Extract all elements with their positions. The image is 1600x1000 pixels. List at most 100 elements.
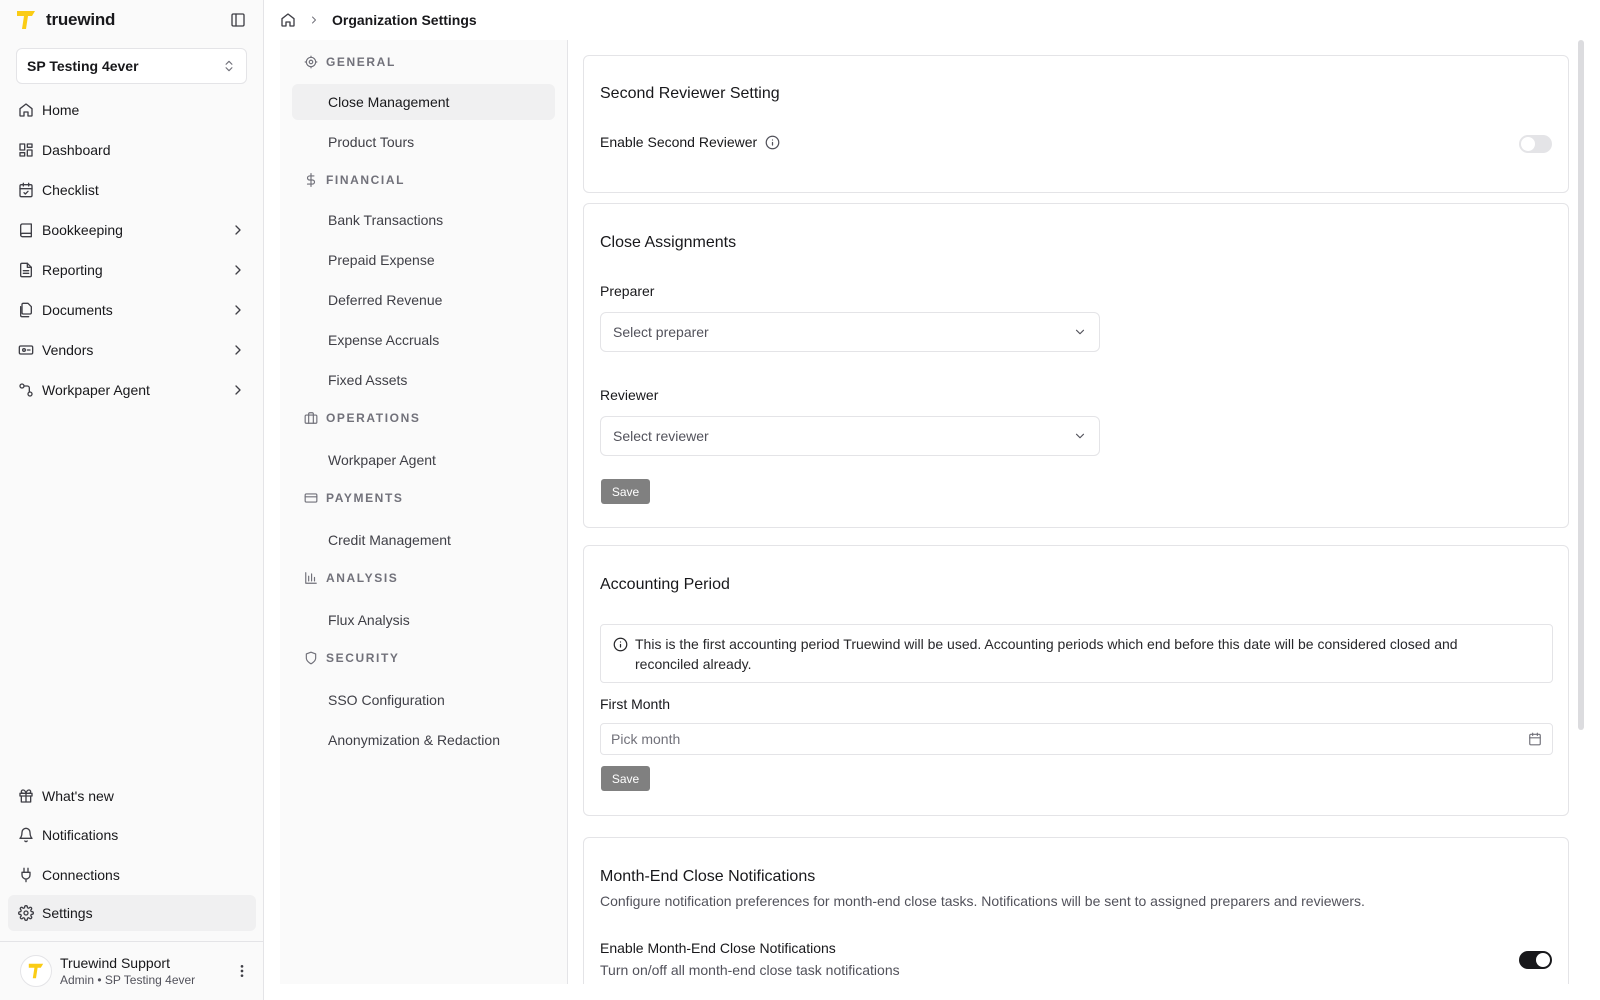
user-more-button[interactable] <box>234 963 250 979</box>
nav-item-workpaper-agent[interactable]: Workpaper Agent <box>8 370 256 410</box>
nav-item-connections[interactable]: Connections <box>8 855 256 895</box>
settings-item-workpaper-agent[interactable]: Workpaper Agent <box>292 442 555 478</box>
more-vertical-icon <box>240 965 244 977</box>
gift-icon <box>19 789 33 803</box>
select-placeholder: Select reviewer <box>613 428 709 444</box>
org-selector[interactable]: SP Testing 4ever <box>16 48 247 84</box>
chevron-down-icon <box>1075 433 1085 439</box>
month-end-notifications-card: Month-End Close Notifications Configure … <box>583 837 1569 984</box>
home-icon <box>19 103 33 117</box>
nav-item-documents[interactable]: Documents <box>8 290 256 330</box>
reviewer-label: Reviewer <box>600 387 659 403</box>
home-icon <box>281 13 295 27</box>
scrollbar-thumb[interactable] <box>1578 40 1584 730</box>
settings-item-prepaid-expense[interactable]: Prepaid Expense <box>292 242 555 278</box>
nav-label: Settings <box>42 905 93 921</box>
input-placeholder: Pick month <box>611 731 681 747</box>
settings-item-expense-accruals[interactable]: Expense Accruals <box>292 322 555 358</box>
nav-label: Connections <box>42 867 120 883</box>
nav-label: Checklist <box>42 182 99 198</box>
scrollbar-track <box>1584 40 1600 984</box>
plug-icon <box>21 867 31 883</box>
settings-section-general: GENERAL <box>304 55 396 69</box>
app-name: truewind <box>46 10 116 29</box>
bar-chart-icon <box>305 572 317 584</box>
second-reviewer-row: Enable Second Reviewer <box>600 134 780 150</box>
nav-item-settings[interactable]: Settings <box>8 895 256 931</box>
card-title: Second Reviewer Setting <box>600 85 780 102</box>
nav-label: Workpaper Agent <box>42 382 150 398</box>
nav-item-vendors[interactable]: Vendors <box>8 330 256 370</box>
save-button[interactable]: Save <box>601 479 650 504</box>
nav-item-bookkeeping[interactable]: Bookkeeping <box>8 210 256 250</box>
calendar-icon <box>1529 732 1541 746</box>
nav-item-home[interactable]: Home <box>8 90 256 130</box>
settings-section-financial: FINANCIAL <box>304 173 405 187</box>
settings-item-product-tours[interactable]: Product Tours <box>292 124 555 160</box>
nav-item-whats-new[interactable]: What's new <box>8 777 256 815</box>
nav-label: Bookkeeping <box>42 222 123 238</box>
second-reviewer-toggle[interactable] <box>1519 135 1552 153</box>
nav-label: Vendors <box>42 342 94 358</box>
nav-label: Dashboard <box>42 142 111 158</box>
info-text: This is the first accounting period True… <box>635 636 1458 652</box>
accounting-period-card: Accounting Period This is the first acco… <box>583 545 1569 816</box>
settings-item-anonymization-redaction[interactable]: Anonymization & Redaction <box>292 722 555 758</box>
user-role: Admin • SP Testing 4ever <box>60 973 196 987</box>
settings-item-bank-transactions[interactable]: Bank Transactions <box>292 202 555 238</box>
settings-item-fixed-assets[interactable]: Fixed Assets <box>292 362 555 398</box>
info-text: reconciled already. <box>635 656 752 672</box>
section-title: ANALYSIS <box>326 571 399 585</box>
first-month-label: First Month <box>600 696 671 712</box>
toggle-label: Enable Second Reviewer <box>600 134 758 150</box>
toggle-label: Enable Month-End Close Notifications <box>600 940 836 956</box>
user-name: Truewind Support <box>60 955 170 971</box>
settings-section-payments: PAYMENTS <box>304 491 403 505</box>
calendar-check-icon <box>19 182 33 198</box>
panel-left-icon <box>231 13 245 27</box>
user-menu[interactable]: Truewind Support Admin • SP Testing 4eve… <box>20 952 250 990</box>
settings-item-close-management[interactable]: Close Management <box>292 84 555 120</box>
chevron-right-icon <box>235 225 241 235</box>
breadcrumb-home-button[interactable] <box>280 12 296 28</box>
settings-section-security: SECURITY <box>304 651 399 665</box>
section-title: FINANCIAL <box>326 173 406 187</box>
nav-item-notifications[interactable]: Notifications <box>8 815 256 855</box>
gear-icon <box>18 905 34 921</box>
bell-icon <box>19 827 33 843</box>
section-title: GENERAL <box>326 55 396 69</box>
nav-label: Home <box>42 102 80 118</box>
dollar-icon <box>306 173 316 187</box>
settings-section-operations: OPERATIONS <box>304 411 420 425</box>
credit-card-icon <box>304 493 318 503</box>
org-selector-value: SP Testing 4ever <box>27 58 139 74</box>
secondary-nav: What's new Notifications Connections Set… <box>8 777 256 931</box>
sidebar-toggle-button[interactable] <box>230 12 246 28</box>
settings-item-deferred-revenue[interactable]: Deferred Revenue <box>292 282 555 318</box>
settings-item-flux-analysis[interactable]: Flux Analysis <box>292 602 555 638</box>
info-icon[interactable] <box>765 135 780 150</box>
settings-item-sso-configuration[interactable]: SSO Configuration <box>292 682 555 718</box>
month-end-notifications-toggle[interactable] <box>1519 951 1552 969</box>
nav-label: What's new <box>42 788 114 804</box>
first-month-picker[interactable]: Pick month <box>600 723 1553 755</box>
nav-item-dashboard[interactable]: Dashboard <box>8 130 256 170</box>
workflow-icon <box>19 383 33 397</box>
info-icon <box>613 637 628 652</box>
file-text-icon <box>20 262 32 278</box>
brand[interactable]: truewind <box>16 8 115 32</box>
chevron-down-icon <box>1075 329 1085 335</box>
truewind-logo-icon <box>28 963 44 979</box>
nav-label: Documents <box>42 302 113 318</box>
card-title: Close Assignments <box>600 234 737 251</box>
settings-item-credit-management[interactable]: Credit Management <box>292 522 555 558</box>
save-button[interactable]: Save <box>601 766 650 791</box>
nav-item-reporting[interactable]: Reporting <box>8 250 256 290</box>
nav-item-checklist[interactable]: Checklist <box>8 170 256 210</box>
settings-nav: GENERAL Close Management Product Tours F… <box>280 40 568 984</box>
card-description: Configure notification preferences for m… <box>600 893 1365 909</box>
preparer-select[interactable]: Select preparer <box>600 312 1100 352</box>
truewind-logo-icon <box>17 11 35 29</box>
avatar <box>20 955 52 987</box>
reviewer-select[interactable]: Select reviewer <box>600 416 1100 456</box>
